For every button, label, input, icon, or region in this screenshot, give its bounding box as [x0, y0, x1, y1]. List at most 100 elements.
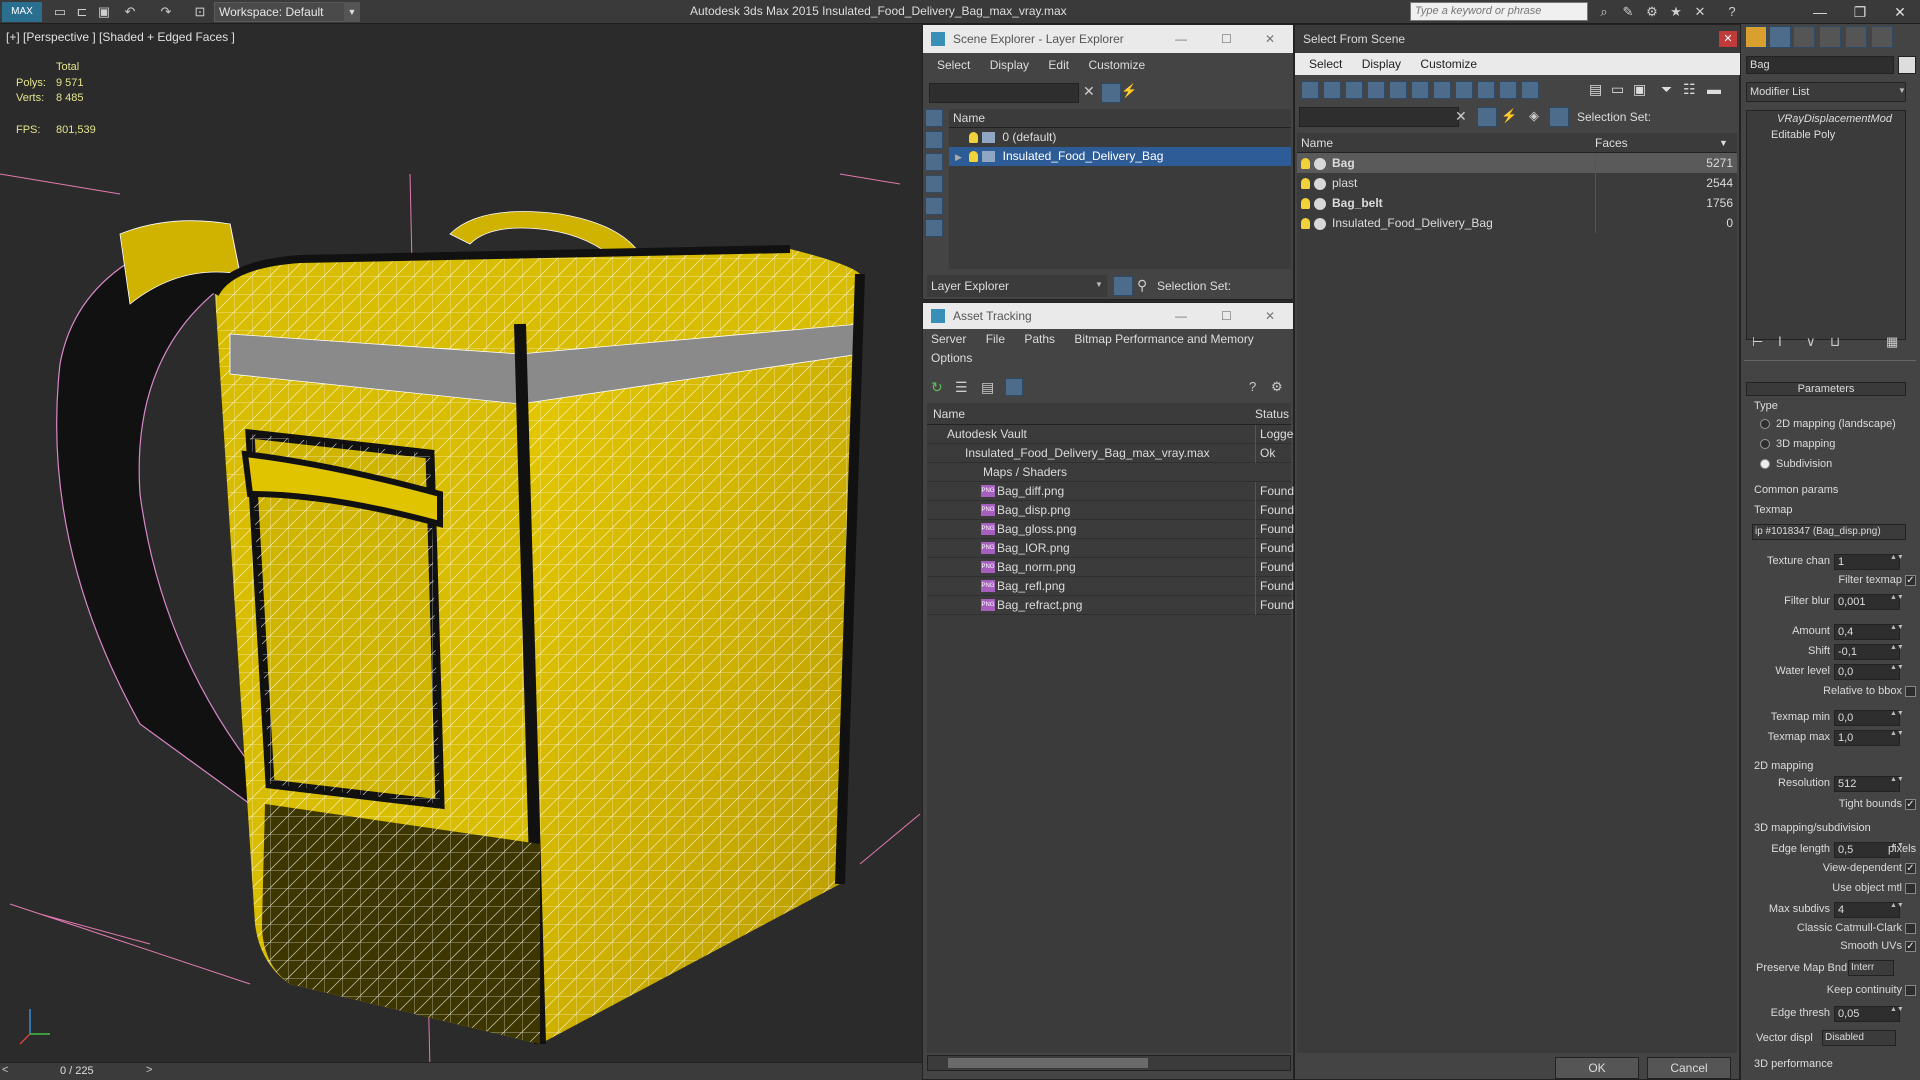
- asset-row[interactable]: Insulated_Food_Delivery_Bag_max_vray.max…: [927, 444, 1291, 463]
- display-lights-icon[interactable]: [1345, 81, 1363, 99]
- select-none-icon[interactable]: ▭: [1611, 81, 1624, 98]
- stack-item-vraydisplacement[interactable]: VRayDisplacementMod: [1747, 111, 1905, 127]
- object-color-swatch[interactable]: [1898, 56, 1916, 74]
- hierarchy-icon[interactable]: ☷: [1683, 81, 1696, 98]
- asset-table-hscrollbar[interactable]: [927, 1055, 1291, 1071]
- tools-icon[interactable]: ✎: [1618, 2, 1638, 22]
- smooth-uvs-checkbox[interactable]: ✓: [1905, 941, 1916, 952]
- display-containers-icon[interactable]: [1499, 81, 1517, 99]
- visibility-bulb-icon[interactable]: [1301, 218, 1310, 230]
- filter-icon[interactable]: [1101, 83, 1121, 103]
- maximize-icon[interactable]: ☐: [1221, 25, 1232, 53]
- show-end-result-icon[interactable]: Ⅰ: [1778, 334, 1782, 350]
- display-geometry-icon[interactable]: [1301, 81, 1319, 99]
- display-shapes-icon[interactable]: [1323, 81, 1341, 99]
- configure-sets-icon[interactable]: ▦: [1886, 334, 1898, 350]
- menu-paths[interactable]: Paths: [1024, 332, 1055, 346]
- scrollbar-thumb[interactable]: [948, 1058, 1148, 1068]
- visibility-bulb-icon[interactable]: [1301, 178, 1310, 190]
- column-name[interactable]: Name: [933, 403, 965, 425]
- scene-search-input[interactable]: [929, 83, 1079, 103]
- object-row[interactable]: Bag 5271: [1297, 153, 1737, 173]
- filter-active-icon[interactable]: [1477, 107, 1497, 127]
- object-row[interactable]: plast 2544: [1297, 173, 1737, 193]
- menu-bitmap-performance[interactable]: Bitmap Performance and Memory: [1074, 332, 1253, 346]
- display-bones-icon[interactable]: [1477, 81, 1495, 99]
- utilities-tab-icon[interactable]: [1871, 26, 1893, 48]
- keep-continuity-checkbox[interactable]: [1905, 985, 1916, 996]
- exchange-icon[interactable]: ✕: [1690, 2, 1710, 22]
- view-dependent-checkbox[interactable]: ✓: [1905, 863, 1916, 874]
- type-radio[interactable]: 2D mapping (landscape): [1760, 418, 1896, 430]
- cancel-button[interactable]: Cancel: [1647, 1057, 1731, 1079]
- redo-icon[interactable]: ↷: [156, 2, 176, 22]
- select-search-input[interactable]: [1299, 107, 1459, 127]
- layer-row-bag[interactable]: ▶ Insulated_Food_Delivery_Bag: [949, 147, 1291, 166]
- asset-row[interactable]: PNG Bag_refl.png Found: [927, 577, 1294, 596]
- asset-row[interactable]: Autodesk Vault Logged: [927, 425, 1300, 444]
- favorites-icon[interactable]: ★: [1666, 2, 1686, 22]
- perspective-viewport[interactable]: [+] [Perspective ] [Shaded + Edged Faces…: [0, 24, 922, 1070]
- refresh-icon[interactable]: ↻: [931, 379, 943, 396]
- explorer-type-dropdown[interactable]: Layer Explorer: [927, 275, 1107, 297]
- workspace-dropdown-arrow-icon[interactable]: ▼: [344, 2, 360, 22]
- minimize-icon[interactable]: —: [1175, 303, 1187, 329]
- asset-row[interactable]: PNG Bag_IOR.png Found: [927, 539, 1294, 558]
- workspace-dropdown[interactable]: Workspace: Default: [214, 2, 360, 22]
- tight-bounds-checkbox[interactable]: ✓: [1905, 799, 1916, 810]
- close-icon[interactable]: ✕: [1719, 31, 1737, 47]
- type-radio[interactable]: Subdivision: [1760, 458, 1832, 470]
- menu-edit[interactable]: Edit: [1048, 58, 1069, 72]
- menu-select[interactable]: Select: [937, 58, 970, 72]
- open-file-icon[interactable]: ⊏: [72, 2, 92, 22]
- spinner-arrows-icon[interactable]: ▲▼: [1890, 710, 1904, 726]
- maximize-icon[interactable]: ❐: [1840, 0, 1880, 24]
- minimize-icon[interactable]: —: [1800, 0, 1840, 24]
- layers-icon[interactable]: ◈: [1529, 108, 1539, 124]
- close-icon[interactable]: ✕: [1265, 25, 1275, 53]
- visibility-bulb-icon[interactable]: [969, 151, 979, 163]
- maximize-icon[interactable]: ☐: [1221, 303, 1232, 329]
- asset-row[interactable]: PNG Bag_diff.png Found: [927, 482, 1294, 501]
- pin-stack-icon[interactable]: ⊢: [1752, 334, 1763, 350]
- object-row[interactable]: Insulated_Food_Delivery_Bag 0: [1297, 213, 1737, 233]
- table-view-icon[interactable]: ▤: [981, 379, 994, 396]
- texmap-button[interactable]: ip #1018347 (Bag_disp.png): [1752, 524, 1906, 540]
- menu-customize[interactable]: Customize: [1088, 58, 1145, 72]
- column-status[interactable]: Status: [1255, 403, 1289, 425]
- display-helpers-icon[interactable]: [1389, 81, 1407, 99]
- object-name-input[interactable]: Bag: [1746, 56, 1894, 74]
- close-icon[interactable]: ✕: [1880, 0, 1920, 24]
- bag-model[interactable]: [0, 24, 922, 1070]
- display-spacewarps-icon[interactable]: [1411, 81, 1429, 99]
- display-lights-icon[interactable]: [925, 219, 943, 237]
- modifier-list-dropdown[interactable]: Modifier List: [1746, 82, 1906, 102]
- modify-tab-icon[interactable]: [1769, 26, 1791, 48]
- spinner-arrows-icon[interactable]: ▲▼: [1890, 644, 1904, 660]
- filter-icon[interactable]: ⏷: [1661, 81, 1672, 98]
- layer-explorer-icon[interactable]: [1113, 276, 1133, 296]
- column-faces[interactable]: Faces: [1595, 133, 1628, 153]
- display-shapes-icon[interactable]: [925, 197, 943, 215]
- display-xrefs-icon[interactable]: [1455, 81, 1473, 99]
- display-none-icon[interactable]: [925, 109, 943, 127]
- hierarchy-icon[interactable]: ⚲: [1137, 277, 1147, 294]
- display-geometry-icon[interactable]: [925, 175, 943, 193]
- hierarchy-tab-icon[interactable]: [1793, 26, 1815, 48]
- select-all-icon[interactable]: ▤: [1589, 81, 1602, 98]
- asset-row[interactable]: PNG Bag_disp.png Found: [927, 501, 1294, 520]
- display-tab-icon[interactable]: [1845, 26, 1867, 48]
- spinner-arrows-icon[interactable]: ▲▼: [1890, 776, 1904, 792]
- time-prev-icon[interactable]: <: [2, 1064, 8, 1076]
- object-row[interactable]: Bag_belt 1756: [1297, 193, 1737, 213]
- layer-row-default[interactable]: 0 (default): [949, 128, 1291, 147]
- hierarchy-toggle-icon[interactable]: [1549, 107, 1569, 127]
- menu-display[interactable]: Display: [990, 58, 1029, 72]
- dropdown-arrow-icon[interactable]: ▼: [1095, 280, 1103, 289]
- menu-server[interactable]: Server: [931, 332, 966, 346]
- layer-tree-header[interactable]: Name: [949, 109, 1291, 128]
- spinner-arrows-icon[interactable]: ▲▼: [1890, 1006, 1904, 1022]
- grid-view-icon[interactable]: [1005, 378, 1023, 396]
- sort-arrow-icon[interactable]: ▼: [1719, 133, 1728, 153]
- vector-displ-dropdown[interactable]: Disabled: [1822, 1030, 1896, 1046]
